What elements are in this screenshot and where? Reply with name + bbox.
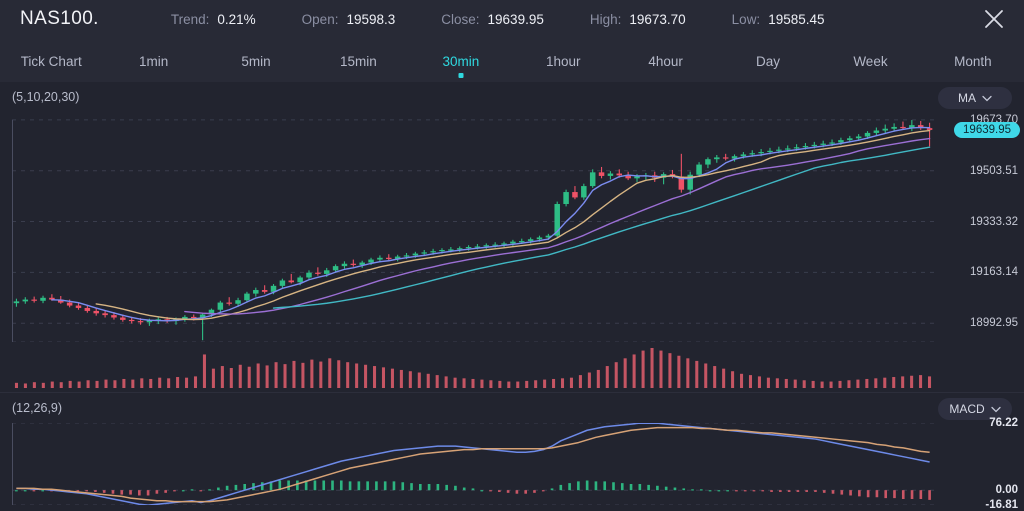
- quote-low-value: 19585.45: [768, 11, 825, 27]
- macd-chart[interactable]: [12, 423, 934, 505]
- tab-week[interactable]: Week: [819, 52, 921, 69]
- quote-high-label: High:: [589, 11, 622, 27]
- macd-indicator-label: MACD: [949, 402, 985, 416]
- tab-tick-chart[interactable]: Tick Chart: [0, 52, 102, 69]
- price-panel: (5,10,20,30) MA 19673.70 19503.51 19333.…: [0, 82, 1024, 392]
- macd-axis-tick: 0.00: [995, 484, 1018, 497]
- tab-day[interactable]: Day: [717, 52, 819, 69]
- quote-close-value: 19639.95: [487, 11, 544, 27]
- tab-5min[interactable]: 5min: [205, 52, 307, 69]
- quote-low-label: Low:: [731, 11, 761, 27]
- quote-high-value: 19673.70: [629, 11, 686, 27]
- ma-indicator-selector[interactable]: MA: [938, 87, 1012, 109]
- candlestick-plot[interactable]: [12, 112, 934, 342]
- current-price-badge: 19639.95: [954, 121, 1020, 138]
- chevron-down-icon: [991, 400, 1001, 418]
- macd-panel: (12,26,9) MACD 76.22 0.00 -16.81: [0, 392, 1024, 511]
- tab-month[interactable]: Month: [922, 52, 1024, 69]
- tab-30min[interactable]: 30min: [410, 52, 512, 69]
- chart-window: NAS100. Trend: 0.21% Open: 19598.3 Close…: [0, 0, 1024, 511]
- tab-15min[interactable]: 15min: [307, 52, 409, 69]
- timeframe-tabbar: Tick Chart 1min 5min 15min 30min 1hour 4…: [0, 38, 1024, 82]
- tab-4hour[interactable]: 4hour: [614, 52, 716, 69]
- macd-axis: 76.22 0.00 -16.81: [934, 417, 1024, 511]
- volume-plot: [12, 344, 934, 390]
- quote-open: Open: 19598.3: [302, 12, 396, 27]
- price-axis-tick: 19503.51: [970, 164, 1018, 177]
- tab-1hour[interactable]: 1hour: [512, 52, 614, 69]
- symbol-title: NAS100.: [20, 8, 99, 29]
- quote-open-value: 19598.3: [346, 11, 396, 27]
- ma-params-label: (5,10,20,30): [12, 90, 80, 104]
- macd-axis-tick: -16.81: [985, 499, 1018, 511]
- quote-summary: Trend: 0.21% Open: 19598.3 Close: 19639.…: [171, 12, 825, 27]
- chevron-down-icon: [982, 89, 992, 107]
- ma-indicator-label: MA: [958, 91, 976, 105]
- quote-close-label: Close:: [441, 11, 480, 27]
- quote-trend: Trend: 0.21%: [171, 12, 256, 27]
- price-axis-tick: 18992.95: [970, 317, 1018, 330]
- quote-low: Low: 19585.45: [732, 12, 825, 27]
- quote-close: Close: 19639.95: [441, 12, 544, 27]
- price-axis-tick: 19333.32: [970, 215, 1018, 228]
- tab-1min[interactable]: 1min: [102, 52, 204, 69]
- quote-high: High: 19673.70: [590, 12, 686, 27]
- header-bar: NAS100. Trend: 0.21% Open: 19598.3 Close…: [0, 0, 1024, 38]
- quote-trend-label: Trend:: [170, 11, 210, 27]
- quote-trend-value: 0.21%: [217, 11, 256, 27]
- price-axis-tick: 19163.14: [970, 266, 1018, 279]
- quote-open-label: Open:: [301, 11, 339, 27]
- close-icon[interactable]: [982, 7, 1006, 31]
- macd-axis-tick: 76.22: [989, 417, 1018, 429]
- macd-params-label: (12,26,9): [12, 401, 63, 415]
- price-axis: 19673.70 19503.51 19333.32 19163.14 1899…: [934, 112, 1024, 342]
